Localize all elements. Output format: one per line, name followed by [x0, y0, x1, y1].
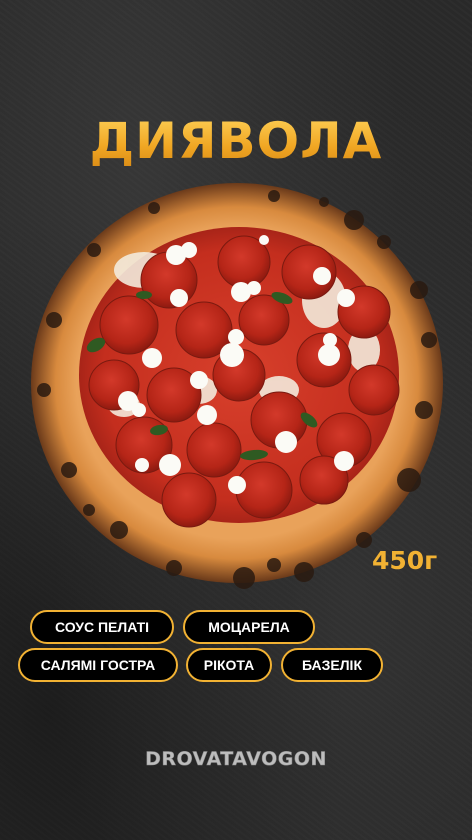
ingredient-chip-salami: САЛЯМІ ГОСТРА: [18, 648, 178, 682]
pizza-title: ДИЯВОЛА: [0, 112, 472, 170]
ingredient-chip-sauce: СОУС ПЕЛАТІ: [30, 610, 174, 644]
brand-logo-text: DROVATAVOGON: [145, 748, 327, 771]
ingredient-chip-mozzarella: МОЦАРЕЛА: [183, 610, 315, 644]
pizza-image: [24, 180, 450, 590]
weight-label: 450г: [372, 546, 438, 575]
ingredient-chip-ricotta: РІКОТА: [186, 648, 272, 682]
ingredient-chip-basil: БАЗЕЛІК: [281, 648, 383, 682]
